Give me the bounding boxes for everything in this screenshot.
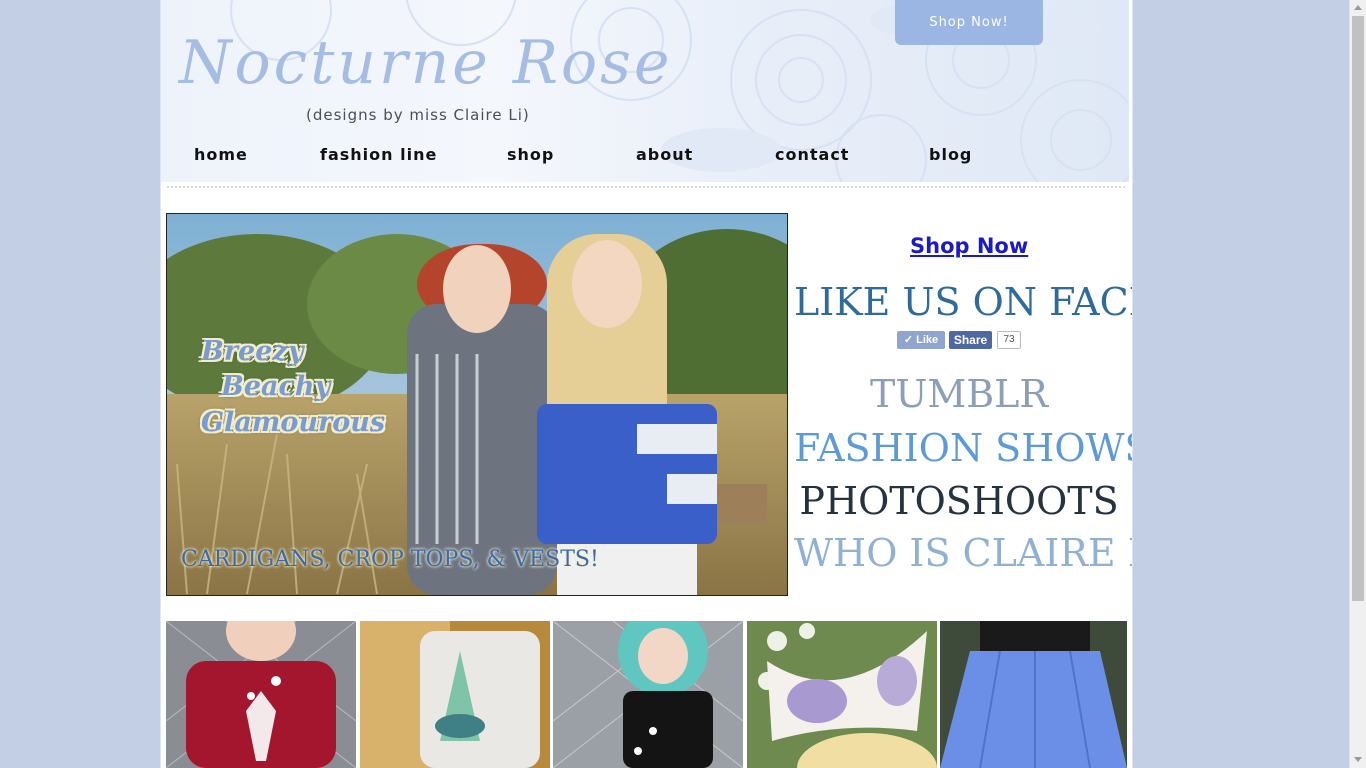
scroll-down-arrow-icon[interactable] (1354, 757, 1362, 762)
nav-home[interactable]: home (194, 145, 248, 164)
nav-about[interactable]: about (636, 145, 693, 164)
hero-overlay-breezy: Breezy (201, 336, 304, 367)
nav-blog[interactable]: blog (929, 145, 972, 164)
nav-fashion-line[interactable]: fashion line (320, 145, 437, 164)
who-is-claire-li-link[interactable]: WHO IS CLAIRE LI? (794, 531, 1132, 575)
nav-contact[interactable]: contact (775, 145, 849, 164)
thumb-photo (166, 621, 356, 768)
site-logo-subtitle: (designs by miss Claire Li) (306, 106, 530, 124)
hero-banner[interactable]: Breezy Beachy Glamourous CARDIGANS, CROP… (166, 213, 788, 596)
scroll-up-arrow-icon[interactable] (1354, 5, 1362, 10)
hero-caption: CARDIGANS, CROP TOPS, & VESTS! (181, 547, 599, 572)
tumblr-link[interactable]: TUMBLR (794, 372, 1124, 416)
photoshoots-link[interactable]: PHOTOSHOOTS (794, 479, 1124, 523)
hero-overlay-beachy: Beachy (221, 371, 331, 402)
gallery-item-blue-pleated-skirt[interactable] (940, 621, 1127, 768)
vertical-scrollbar[interactable] (1349, 0, 1366, 768)
shop-now-link[interactable]: Shop Now (910, 234, 1028, 258)
gallery-item-white-crop-top[interactable] (360, 621, 550, 768)
gallery-item-black-butterfly-tank[interactable] (553, 621, 743, 768)
facebook-share-button[interactable]: Share (949, 331, 992, 349)
gallery-item-script-print-bow[interactable] (747, 621, 937, 768)
thumb-photo (360, 621, 550, 768)
thumb-photo (940, 621, 1127, 768)
facebook-heading[interactable]: LIKE US ON FACEBOOK! (794, 280, 1132, 324)
facebook-like-button[interactable]: ✓ Like (897, 331, 945, 349)
site-logo-title[interactable]: Nocturne Rose (179, 28, 672, 98)
dotted-divider (167, 186, 1125, 188)
hero-overlay-glamourous: Glamourous (201, 407, 386, 438)
facebook-share-count: 73 (997, 331, 1021, 349)
thumb-photo (553, 621, 743, 768)
hero-photo (167, 214, 787, 595)
shop-now-top-button[interactable]: Shop Now! (895, 0, 1043, 45)
thumb-photo (747, 621, 937, 768)
checkmark-icon: ✓ (903, 334, 914, 346)
page-container: Shop Now! Nocturne Rose (designs by miss… (160, 0, 1133, 768)
gallery-item-red-butterfly-top[interactable] (166, 621, 356, 768)
nav-shop[interactable]: shop (507, 145, 554, 164)
scrollbar-thumb[interactable] (1352, 16, 1364, 601)
facebook-like-label: Like (916, 334, 939, 346)
fashion-shows-link[interactable]: FASHION SHOWS (794, 426, 1132, 470)
